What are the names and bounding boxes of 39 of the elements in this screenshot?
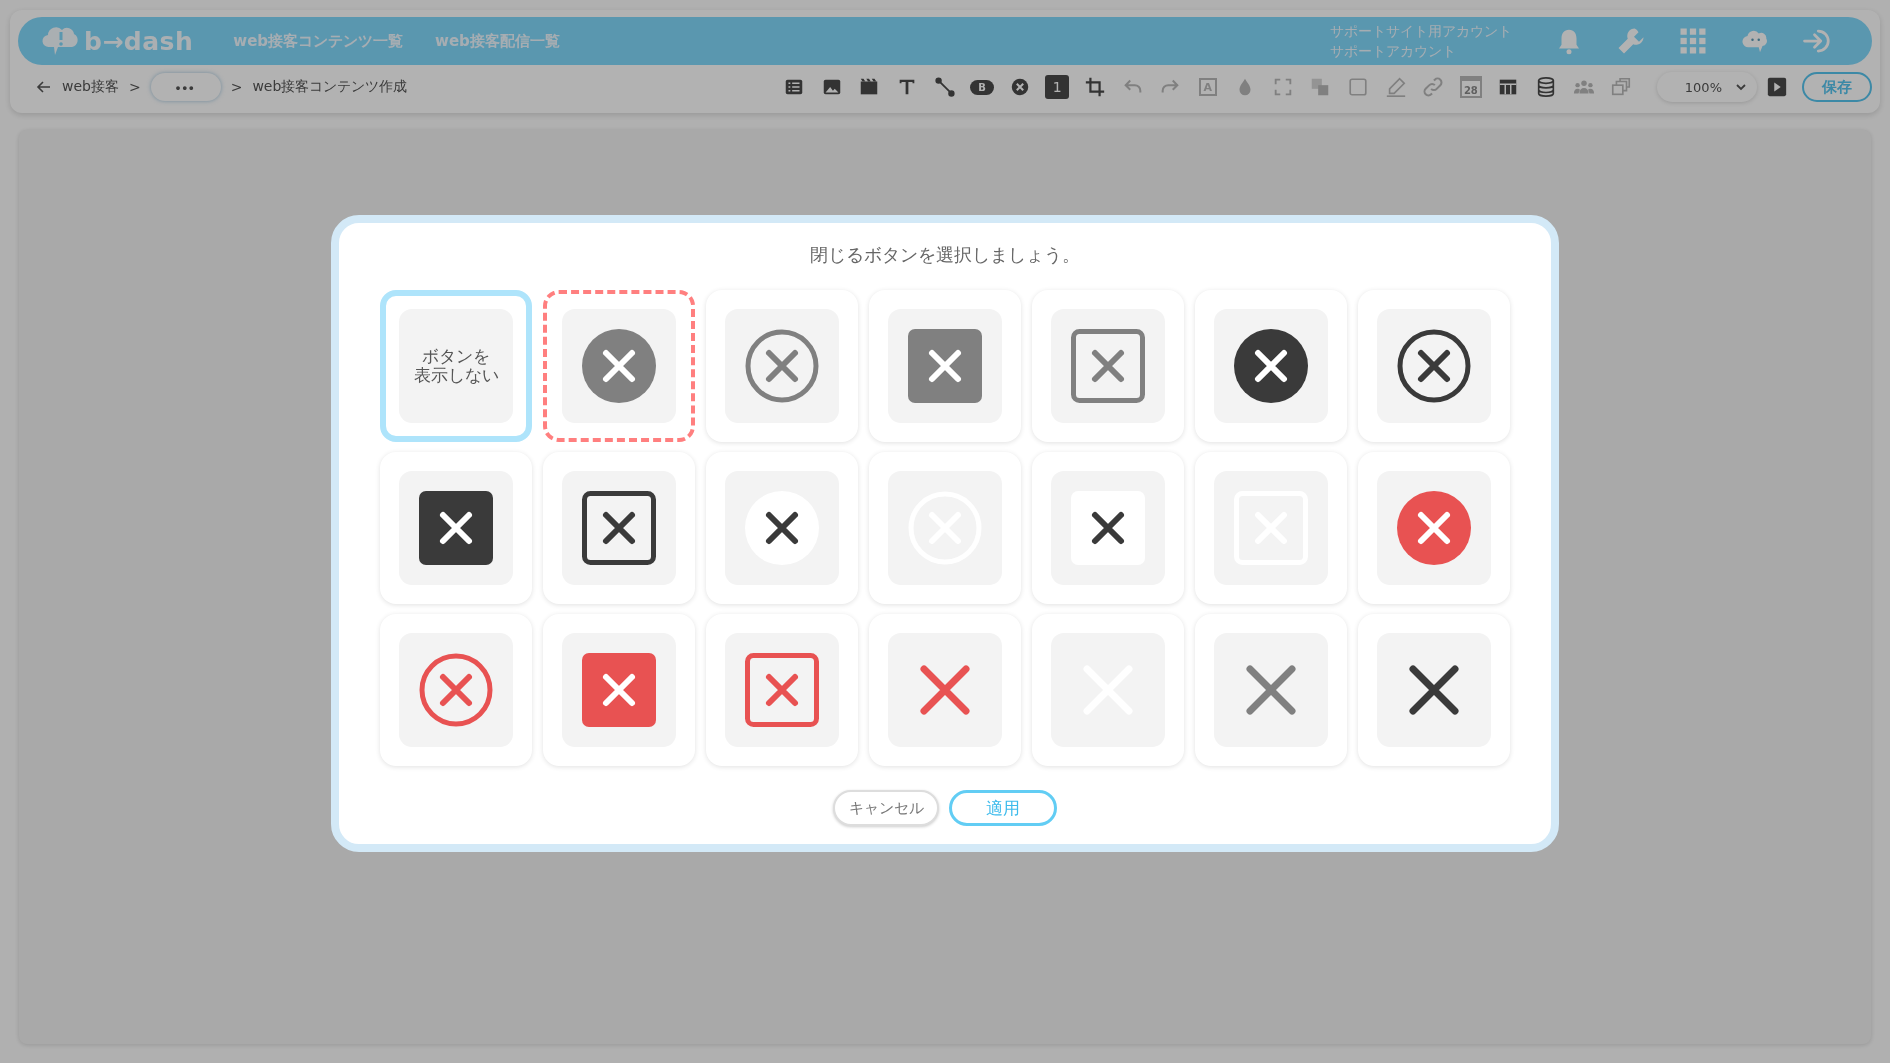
circled-x-icon xyxy=(419,653,493,727)
breadcrumb-separator: > xyxy=(230,79,243,95)
account-user-name: サポートアカウント xyxy=(1330,42,1457,61)
breadcrumb-separator: > xyxy=(128,79,141,95)
more-breadcrumbs-button[interactable]: ••• xyxy=(150,73,221,101)
circle-x-icon xyxy=(1397,491,1471,565)
account-site-name: サポートサイト用アカウント xyxy=(1330,22,1512,41)
square-x-icon xyxy=(419,491,493,565)
no-button-label: ボタンを 表示しない xyxy=(412,347,500,385)
cancel-button[interactable]: キャンセル xyxy=(833,790,939,826)
close-style-option[interactable] xyxy=(380,452,532,604)
circle-x-icon xyxy=(745,491,819,565)
square-x-icon xyxy=(582,653,656,727)
dialog-title: 閉じるボタンを選択しましょう。 xyxy=(809,243,1081,267)
number-tool[interactable]: 1 xyxy=(1045,75,1070,99)
zoom-select[interactable]: 100% xyxy=(1656,72,1757,102)
crop-icon[interactable] xyxy=(1083,76,1106,98)
circle-x-icon xyxy=(582,329,656,403)
boxed-x-icon xyxy=(1071,329,1145,403)
boxed-x-icon xyxy=(582,491,656,565)
chevron-down-icon xyxy=(1734,81,1747,93)
square-x-icon xyxy=(1071,491,1145,565)
circled-x-icon xyxy=(745,329,819,403)
boxed-x-icon xyxy=(745,653,819,727)
button-tool[interactable]: B xyxy=(970,79,995,95)
brand-logo-text: b→dash xyxy=(84,26,194,56)
circled-x-icon xyxy=(1397,329,1471,403)
close-style-option[interactable] xyxy=(543,452,695,604)
connector-icon[interactable] xyxy=(933,76,956,98)
close-style-option[interactable] xyxy=(1195,290,1347,442)
breadcrumb-current: web接客コンテンツ作成 xyxy=(252,78,408,96)
square-x-icon xyxy=(908,329,982,403)
back-arrow-icon[interactable] xyxy=(36,79,52,95)
play-icon[interactable] xyxy=(1766,76,1789,98)
close-style-option[interactable]: ボタンを 表示しない xyxy=(380,290,532,442)
breadcrumb-link[interactable]: web接客 xyxy=(62,78,119,96)
close-style-option[interactable] xyxy=(1358,614,1510,766)
circle-x-icon xyxy=(1234,329,1308,403)
close-style-option[interactable] xyxy=(1358,290,1510,442)
